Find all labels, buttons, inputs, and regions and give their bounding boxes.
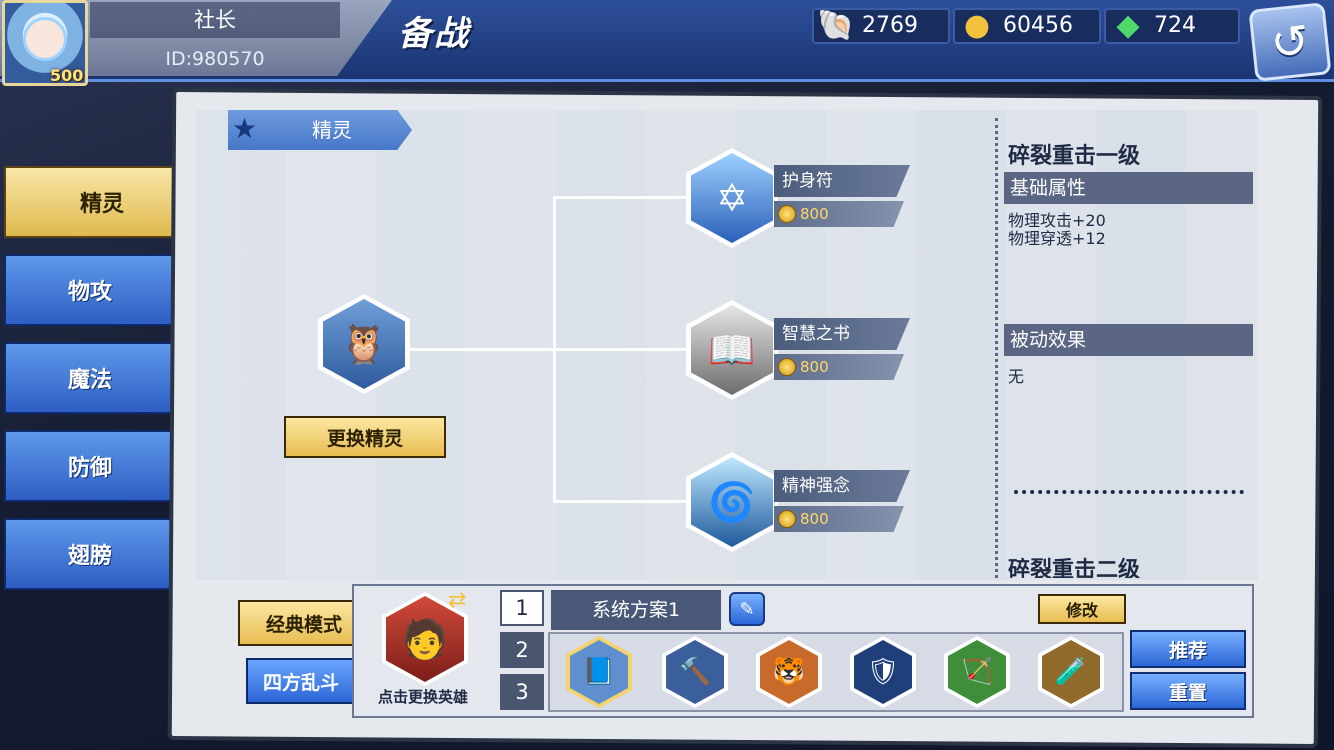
node-mental-price: 800 <box>774 506 904 532</box>
page-title: 备战 <box>398 14 470 54</box>
sidebar-item-wings[interactable]: 翅膀 <box>4 518 176 590</box>
classic-mode-button[interactable]: 经典模式 <box>238 600 370 646</box>
dark-knight-icon: 🛡 <box>854 640 912 704</box>
next-skill-title: 碎裂重击二级 <box>1008 558 1141 578</box>
tree-line <box>553 196 693 199</box>
shell-currency: 🐚 2769 <box>812 8 950 44</box>
player-id: ID:980570 <box>165 48 265 70</box>
potion-bag-icon: 🧪 <box>1042 640 1100 704</box>
price-value: 800 <box>800 510 829 528</box>
plan-tab-2[interactable]: 2 <box>500 632 544 668</box>
green-bow-icon: 🏹 <box>948 640 1006 704</box>
tree-line <box>410 348 554 351</box>
tree-line <box>553 348 693 351</box>
beast-claw-icon: 🐯 <box>760 640 818 704</box>
avatar-face-icon <box>23 17 67 61</box>
shell-value: 2769 <box>862 13 918 38</box>
passive-text: 无 <box>1008 367 1025 386</box>
brawl-mode-button[interactable]: 四方乱斗 <box>246 658 356 704</box>
gold-currency: ● 60456 <box>953 8 1101 44</box>
sidebar-item-physical[interactable]: 物攻 <box>4 254 176 326</box>
stat-line: 物理穿透+12 <box>1008 229 1106 248</box>
gem-currency[interactable]: ◆ 724 <box>1104 8 1240 44</box>
swap-icon: ⇄ <box>448 588 467 613</box>
spirit-owl-icon: 🦉 <box>323 299 405 389</box>
shell-icon: 🐚 <box>817 8 855 43</box>
pencil-icon: ✎ <box>739 598 755 620</box>
book-shield-icon: 📘 <box>570 640 628 704</box>
sidebar-item-defense[interactable]: 防御 <box>4 430 176 502</box>
recommend-button[interactable]: 推荐 <box>1130 630 1246 668</box>
divider <box>1014 490 1244 494</box>
reset-button[interactable]: 重置 <box>1130 672 1246 710</box>
tree-line <box>553 500 693 503</box>
amulet-icon: ✡ <box>691 153 773 243</box>
divider <box>995 118 998 578</box>
gold-value: 60456 <box>1003 13 1073 38</box>
node-book-price: 800 <box>774 354 904 380</box>
gold-coin-icon: ● <box>963 8 991 43</box>
passive-header: 被动效果 <box>1004 324 1253 356</box>
back-button[interactable]: ↺ <box>1248 2 1332 82</box>
plan-tab-3[interactable]: 3 <box>500 674 544 710</box>
back-arrow-icon: ↺ <box>1268 13 1312 71</box>
node-amulet-name: 护身符 <box>774 165 910 197</box>
change-hero-caption: 点击更换英雄 <box>377 688 468 706</box>
book-icon: 📖 <box>691 305 773 395</box>
gold-coin-icon <box>778 358 796 376</box>
node-mental-name: 精神强念 <box>774 470 910 502</box>
player-level: 500 <box>50 66 84 85</box>
change-spirit-button[interactable]: 更换精灵 <box>284 416 446 458</box>
plan-tab-1[interactable]: 1 <box>500 590 544 626</box>
mental-will-icon: 🌀 <box>691 457 773 547</box>
base-attr-header: 基础属性 <box>1004 172 1253 204</box>
price-value: 800 <box>800 205 829 223</box>
gem-value: 724 <box>1154 13 1196 38</box>
green-gem-plus-icon: ◆ <box>1116 8 1140 43</box>
top-bar: 社长 ID:980570 500 备战 🐚 2769 ● 60456 ◆ 724… <box>0 0 1334 86</box>
plan-name: 系统方案1 <box>551 590 721 630</box>
price-value: 800 <box>800 358 829 376</box>
edit-plan-button[interactable]: ✎ <box>729 592 765 626</box>
skill-title: 碎裂重击一级 <box>1008 144 1141 169</box>
equipment-row <box>548 632 1124 712</box>
player-name: 社长 <box>90 2 340 38</box>
node-amulet-price: 800 <box>774 201 904 227</box>
hammer-icon: 🔨 <box>666 640 724 704</box>
modify-button[interactable]: 修改 <box>1038 594 1126 624</box>
sidebar-item-magic[interactable]: 魔法 <box>4 342 176 414</box>
star-icon: ★ <box>232 112 258 145</box>
gold-coin-icon <box>778 510 796 528</box>
node-book-name: 智慧之书 <box>774 318 910 350</box>
stat-line: 物理攻击+20 <box>1008 211 1106 230</box>
gold-coin-icon <box>778 205 796 223</box>
